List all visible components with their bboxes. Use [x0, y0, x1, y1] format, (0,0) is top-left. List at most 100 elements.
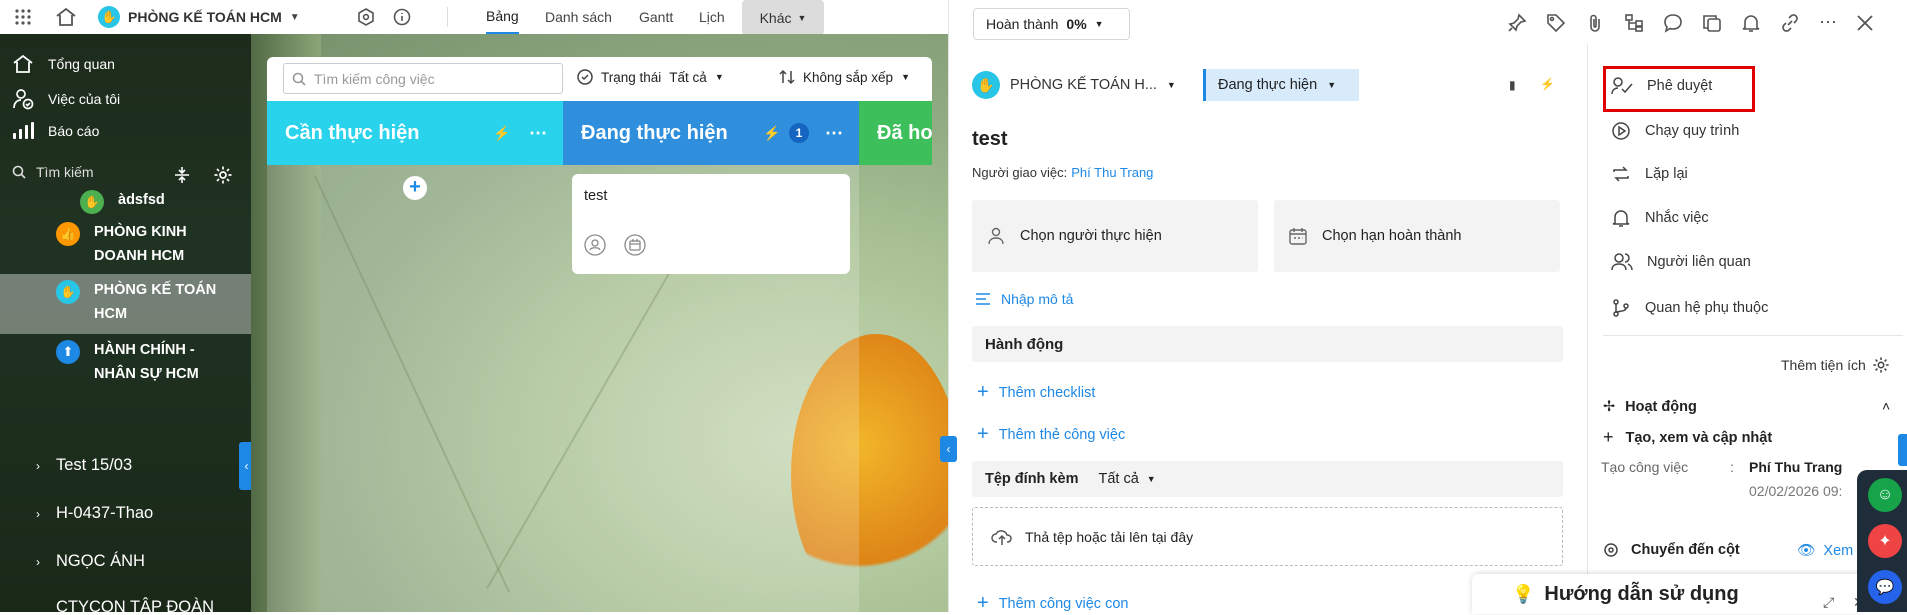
dependency-button[interactable]: Quan hệ phụ thuộc — [1611, 298, 1768, 318]
group-item[interactable]: › H-0437-Thao — [36, 504, 153, 523]
choose-deadline-button[interactable]: Chọn hạn hoàn thành — [1274, 200, 1560, 272]
file-drop-zone[interactable]: Thả tệp hoặc tải lên tại đây — [972, 507, 1563, 566]
task-title[interactable]: test — [972, 128, 1008, 151]
tree-icon[interactable] — [1624, 13, 1644, 33]
more-icon[interactable]: ⋯ — [1819, 12, 1837, 33]
tab-gantt[interactable]: Gantt — [639, 0, 673, 34]
approve-icon — [1611, 76, 1633, 96]
panel-toolbar: ⋯ — [1507, 12, 1874, 33]
project-item-hanh-chinh[interactable]: ⬆ HÀNH CHÍNH - NHÂN SỰ HCM — [56, 338, 224, 386]
activity-header[interactable]: ✢ Hoạt động — [1603, 399, 1697, 415]
attachments-filter[interactable]: Tất cả ▼ — [1098, 471, 1155, 487]
copy-icon[interactable] — [1702, 13, 1722, 33]
settings-hex-icon[interactable] — [357, 0, 375, 34]
chevron-up-icon[interactable]: ˄ — [1882, 398, 1890, 414]
log-separator: : — [1730, 459, 1734, 475]
column-title: Đã ho — [877, 121, 932, 144]
message-icon[interactable]: 💬 — [1868, 570, 1902, 604]
chevron-right-icon: › — [36, 554, 40, 569]
repeat-button[interactable]: Lặp lại — [1611, 164, 1688, 184]
link-icon[interactable] — [1780, 13, 1800, 33]
tab-calendar[interactable]: Lịch — [699, 0, 725, 34]
status-selector[interactable]: Đang thực hiện ▼ — [1203, 69, 1359, 101]
group-name: CTYCON TẬP ĐOÀN — [56, 598, 214, 612]
create-view-update-button[interactable]: + Tạo, xem và cập nhật — [1603, 427, 1772, 448]
plus-icon: + — [1603, 427, 1614, 447]
right-expand-tab[interactable] — [1898, 434, 1907, 466]
calendar-icon — [1288, 226, 1308, 246]
chat-bot-icon[interactable]: ☺ — [1868, 478, 1902, 512]
sort-selector[interactable]: Không sắp xếp ▼ — [779, 69, 910, 85]
view-button[interactable]: 👁 Xem — [1797, 542, 1853, 560]
actions-header: Hành động — [972, 326, 1563, 362]
project-item-kinh-doanh[interactable]: 👍 PHÒNG KINH DOANH HCM — [56, 220, 224, 268]
sidebar-item-overview[interactable]: Tổng quan — [12, 54, 115, 74]
reminder-button[interactable]: Nhắc việc — [1611, 208, 1709, 228]
task-card[interactable]: test — [572, 174, 850, 274]
tab-board[interactable]: Bảng — [486, 0, 519, 34]
column-header-in-progress: Đang thực hiện ⚡ 1 ⋯ — [563, 101, 859, 165]
choose-assignee-button[interactable]: Chọn người thực hiện — [972, 200, 1258, 272]
plus-icon: + — [977, 423, 989, 445]
group-item[interactable]: › NGỌC ÁNH — [36, 552, 145, 571]
run-process-button[interactable]: Chạy quy trình — [1611, 121, 1739, 141]
gear-icon — [1872, 356, 1890, 374]
repeat-icon — [1611, 164, 1631, 184]
task-search-input[interactable]: Tìm kiếm công việc — [283, 63, 563, 94]
panel-collapse-button[interactable]: ‹ — [940, 436, 957, 462]
sparkle-icon: ✢ — [1603, 399, 1616, 415]
sidebar-search[interactable]: Tìm kiếm — [12, 164, 94, 180]
project-item-adsfsd[interactable]: ✋ àdsfsd — [80, 188, 165, 214]
group-item[interactable]: › Test 15/03 — [36, 456, 132, 475]
automation-icon[interactable]: ⚡ — [763, 125, 780, 142]
tab-list[interactable]: Danh sách — [545, 0, 612, 34]
group-item[interactable]: CTYCON TẬP ĐOÀN — [56, 598, 214, 612]
add-task-button[interactable]: + — [403, 176, 427, 200]
pin-icon[interactable] — [1507, 12, 1527, 33]
home-icon[interactable] — [55, 0, 77, 34]
ai-sparkle-icon[interactable]: ✦ — [1868, 524, 1902, 558]
apps-grid-icon[interactable] — [14, 0, 32, 34]
group-name: NGỌC ÁNH — [56, 552, 145, 570]
bookmark-icon[interactable]: ▮ — [1509, 78, 1516, 92]
assignee-icon[interactable] — [584, 234, 606, 256]
description-input[interactable]: Nhập mô tả — [975, 291, 1073, 307]
user-guide-popup[interactable]: 💡 Hướng dẫn sử dụng — [1472, 574, 1862, 614]
tab-more[interactable]: Khác ▼ — [742, 0, 824, 35]
related-people-button[interactable]: Người liên quan — [1611, 252, 1751, 272]
sidebar-item-my-tasks[interactable]: Việc của tôi — [12, 88, 120, 110]
project-item-ke-toan[interactable]: ✋ PHÒNG KẾ TOÁN HCM — [56, 278, 224, 326]
more-icon[interactable]: ⋯ — [825, 123, 843, 144]
tag-icon[interactable] — [1546, 13, 1566, 33]
add-tag-label: Thêm thẻ công việc — [998, 426, 1126, 443]
calendar-icon[interactable] — [624, 234, 646, 256]
sidebar-item-reports[interactable]: Báo cáo — [12, 122, 99, 140]
plus-icon: + — [977, 381, 989, 403]
text-align-icon — [975, 292, 991, 306]
info-icon[interactable] — [393, 0, 411, 34]
status-label: Trạng thái — [601, 69, 662, 85]
department-selector[interactable]: ✋ PHÒNG KẾ TOÁN HCM ▼ — [98, 0, 300, 34]
collapse-icon[interactable] — [173, 166, 191, 184]
assigner-name[interactable]: Phí Thu Trang — [1071, 165, 1153, 180]
upload-icon: ⬆ — [56, 340, 80, 364]
more-icon[interactable]: ⋯ — [529, 123, 547, 144]
approve-button[interactable]: Phê duyệt — [1611, 76, 1712, 96]
comment-icon[interactable] — [1663, 13, 1683, 33]
group-name: H-0437-Thao — [56, 504, 154, 522]
expand-icon[interactable]: ⤢ — [1823, 594, 1834, 611]
add-checklist-button[interactable]: + Thêm checklist — [977, 381, 1095, 404]
panel-department-selector[interactable]: ✋ PHÒNG KẾ TOÁN H... ▼ — [972, 71, 1176, 99]
automation-icon[interactable]: ⚡ — [493, 125, 510, 142]
status-filter[interactable]: Trạng thái Tất cả ▼ — [577, 69, 724, 85]
add-utility-button[interactable]: Thêm tiện ích — [1781, 356, 1890, 374]
add-utility-label: Thêm tiện ích — [1781, 357, 1866, 373]
bell-icon[interactable] — [1741, 13, 1761, 33]
close-icon[interactable] — [1856, 14, 1874, 32]
chevron-down-icon: ▼ — [714, 72, 724, 82]
flash-icon[interactable]: ⚡ — [1540, 77, 1555, 91]
attachment-icon[interactable] — [1585, 13, 1605, 33]
complete-status-button[interactable]: Hoàn thành 0% ▼ — [973, 8, 1130, 40]
gear-icon[interactable] — [213, 165, 233, 185]
add-tag-button[interactable]: + Thêm thẻ công việc — [977, 423, 1125, 446]
